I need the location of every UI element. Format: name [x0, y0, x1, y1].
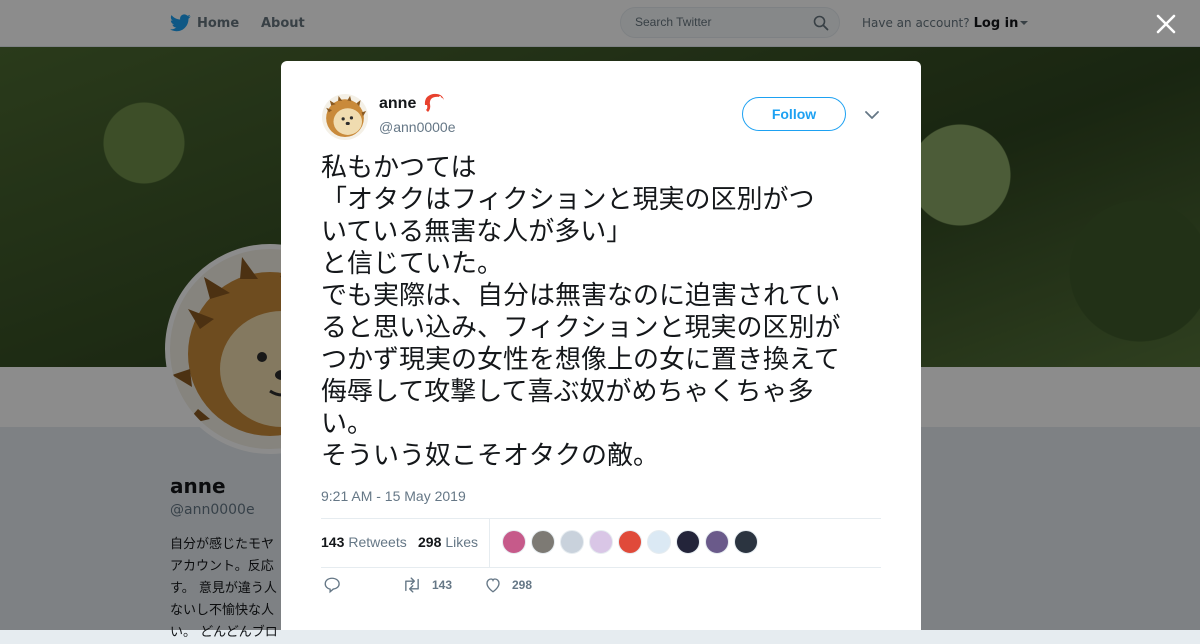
tweet-text-line: と信じていた。 — [321, 249, 504, 279]
author-handle[interactable]: @ann0000e — [379, 119, 456, 135]
liker-avatar[interactable] — [618, 530, 642, 554]
retweets-count: 143 — [321, 534, 345, 550]
likes-count: 298 — [418, 534, 442, 550]
retweet-count: 143 — [432, 578, 453, 592]
author-name[interactable]: anne — [379, 95, 416, 113]
tweet-actions: 143 298 — [321, 576, 881, 600]
close-icon[interactable] — [1154, 12, 1178, 36]
tweet-text-line: でも実際は、自分は無害なのに迫害されてい — [321, 281, 841, 311]
hedgehog-avatar-icon — [326, 95, 367, 138]
reply-icon — [324, 577, 340, 594]
tweet-timestamp[interactable]: 9:21 AM - 15 May 2019 — [321, 488, 466, 504]
liker-avatar[interactable] — [560, 530, 584, 554]
liker-avatar[interactable] — [589, 530, 613, 554]
tweet-text-line: ると思い込み、フィクションと現実の区別が — [321, 313, 841, 343]
tweet-text-line: 私もかつては — [321, 153, 477, 183]
shrimp-emoji-icon — [424, 93, 444, 112]
tweet-text-line: 侮辱して攻撃して喜ぶ奴がめちゃくちゃ多 — [321, 377, 814, 407]
tweet-text-line: い。 — [321, 409, 374, 439]
stats-divider — [489, 519, 490, 567]
follow-button[interactable]: Follow — [742, 97, 846, 131]
liker-avatars — [502, 530, 763, 554]
tweet-text: 私もかつては 「オタクはフィクションと現実の区別がつ いている無害な人が多い」 … — [321, 152, 881, 472]
liker-avatar[interactable] — [502, 530, 526, 554]
liker-avatar[interactable] — [705, 530, 729, 554]
like-button[interactable]: 298 — [484, 576, 532, 594]
tweet-text-line: つかず現実の女性を想像上の女に置き換えて — [321, 345, 840, 375]
liker-avatar[interactable] — [647, 530, 671, 554]
tweet-modal: anne @ann0000e Follow 私もかつては 「オタクはフィクション… — [281, 61, 921, 630]
tweet-text-line: 「オタクはフィクションと現実の区別がつ — [321, 185, 815, 215]
reply-button[interactable] — [323, 576, 351, 594]
liker-avatar[interactable] — [734, 530, 758, 554]
tweet-text-line: そういう奴こそオタクの敵。 — [321, 441, 660, 471]
tweet-text-line: いている無害な人が多い」 — [321, 217, 633, 247]
heart-icon — [486, 578, 500, 593]
tweet-stats: 143 Retweets 298 Likes — [321, 518, 881, 568]
retweet-button[interactable]: 143 — [402, 576, 452, 594]
likes-stat[interactable]: 298 Likes — [418, 534, 478, 550]
like-count: 298 — [512, 578, 533, 592]
retweets-label: Retweets — [348, 534, 407, 550]
retweet-icon — [405, 577, 419, 593]
liker-avatar[interactable] — [676, 530, 700, 554]
chevron-down-icon[interactable] — [865, 110, 879, 120]
likes-label: Likes — [445, 534, 479, 550]
author-avatar[interactable] — [322, 94, 368, 140]
retweets-stat[interactable]: 143 Retweets — [321, 534, 407, 550]
liker-avatar[interactable] — [531, 530, 555, 554]
